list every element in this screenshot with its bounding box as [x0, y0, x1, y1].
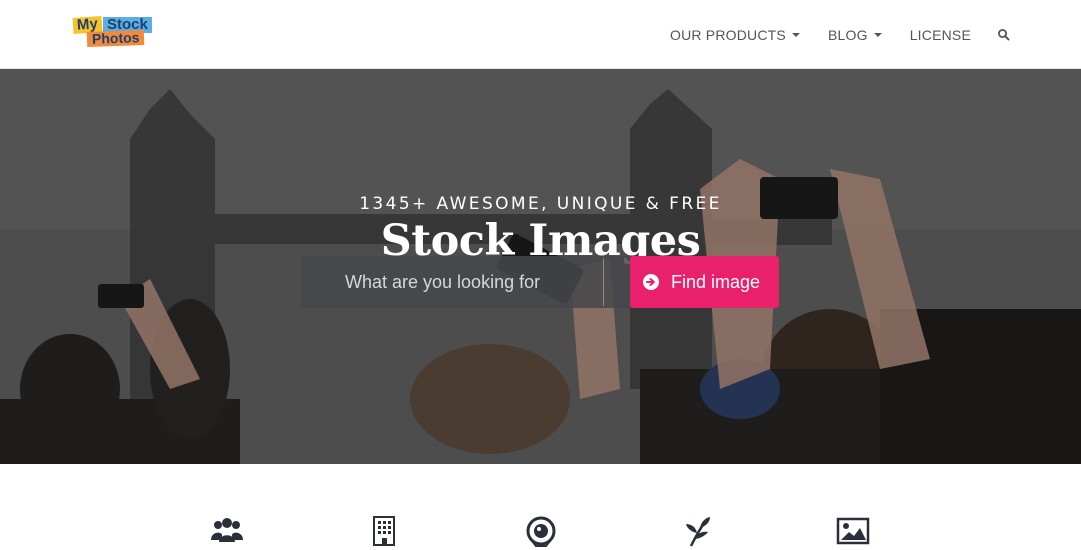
main-nav: OUR PRODUCTS BLOG LICENSE	[642, 0, 1011, 69]
users-icon[interactable]	[210, 514, 244, 548]
nav-blog-label: BLOG	[827, 26, 868, 43]
caret-down-icon	[873, 33, 882, 37]
site-logo[interactable]: My Stock Photos	[72, 15, 153, 49]
caret-down-icon	[791, 33, 800, 37]
site-header: My Stock Photos OUR PRODUCTS BLOG LICENS…	[0, 0, 1081, 69]
search-icon[interactable]	[997, 28, 1011, 42]
find-image-button[interactable]: Find image	[630, 256, 779, 308]
find-image-label: Find image	[671, 271, 761, 292]
hero-subtitle: 1345+ AWESOME, UNIQUE & FREE	[359, 194, 722, 214]
picture-icon[interactable]	[836, 514, 870, 548]
building-icon[interactable]	[367, 514, 401, 548]
hero-search-box	[301, 256, 631, 308]
nav-our-products-label: OUR PRODUCTS	[670, 26, 786, 43]
search-input[interactable]	[301, 256, 603, 308]
nav-our-products[interactable]: OUR PRODUCTS	[670, 27, 800, 43]
search-divider	[603, 258, 604, 306]
logo-photos: Photos	[86, 29, 145, 47]
category-icons	[0, 464, 1081, 550]
arrow-circle-right-icon	[643, 274, 659, 290]
nav-license[interactable]: LICENSE	[910, 27, 971, 43]
leaf-icon[interactable]	[681, 514, 715, 548]
nav-license-label: LICENSE	[909, 26, 971, 43]
camera-lens-icon[interactable]	[524, 514, 558, 548]
nav-blog[interactable]: BLOG	[828, 27, 882, 43]
